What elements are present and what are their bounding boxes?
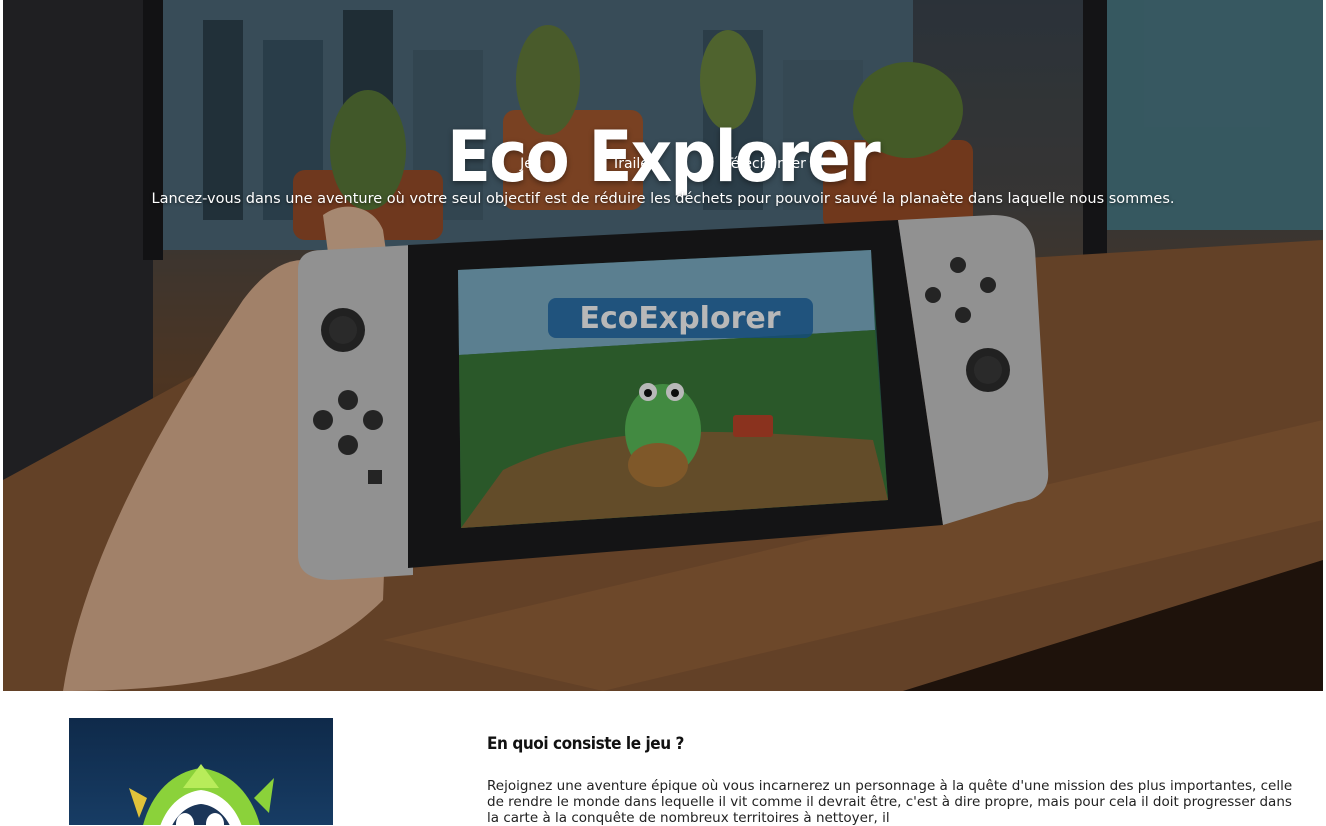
section-title: En quoi consiste le jeu ? bbox=[487, 734, 684, 754]
nav-link-jeu[interactable]: Jeu bbox=[520, 156, 542, 172]
hero-section: EcoExplorer Eco Explorer Jeu Trailer Tél… bbox=[3, 0, 1323, 691]
section-text: Rejoignez une aventure épique où vous in… bbox=[487, 778, 1293, 826]
eco-mascot-icon bbox=[129, 764, 274, 825]
nav-link-telecharger[interactable]: Télécharger bbox=[725, 156, 806, 172]
game-logo-image bbox=[69, 718, 333, 825]
hero-tagline: Lancez-vous dans une aventure où votre s… bbox=[151, 191, 1175, 207]
main-nav: Jeu Trailer Télécharger bbox=[3, 156, 1323, 172]
nav-link-trailer[interactable]: Trailer bbox=[612, 156, 655, 172]
hero-overlay bbox=[3, 0, 1323, 691]
